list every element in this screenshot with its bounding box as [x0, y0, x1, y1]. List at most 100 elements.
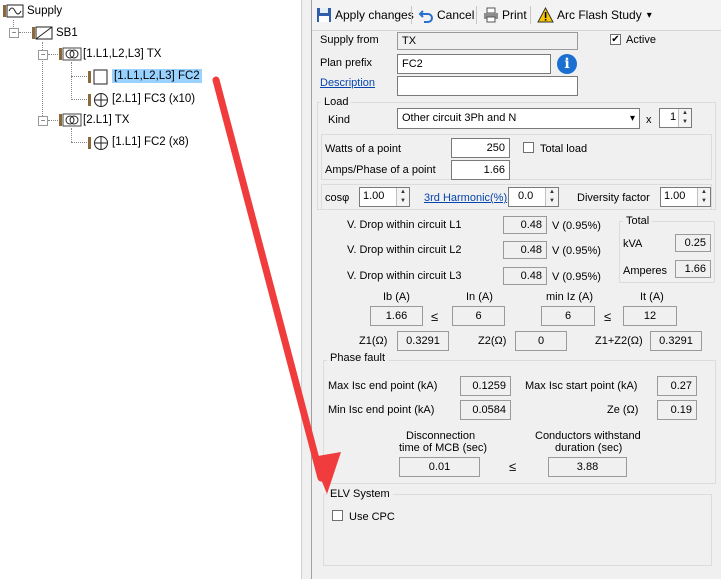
undo-icon: [418, 10, 433, 23]
vdrop-l2-value: 0.48: [503, 241, 547, 259]
tree-connector: [71, 76, 89, 77]
kind-select-value: Other circuit 3Ph and N: [402, 112, 517, 124]
cancel-label: Cancel: [437, 8, 475, 22]
expander-tx1[interactable]: −: [38, 50, 48, 60]
ze-label: Ze (Ω): [607, 404, 639, 416]
amperes-label: Amperes: [623, 265, 668, 277]
apply-changes-label: Apply changes: [335, 8, 414, 22]
apply-changes-button[interactable]: Apply changes: [316, 5, 414, 25]
withstand-duration-value: 3.88: [548, 457, 627, 477]
vdrop-l3-percent: V (0.95%): [552, 271, 601, 283]
circuit-tree: − − − Supply SB1 [1.L1,L2,L3] TX [1.L1,L…: [0, 0, 301, 579]
expander-tx2[interactable]: −: [38, 116, 48, 126]
disconnection-time-label-2: time of MCB (sec): [399, 442, 488, 454]
supply-from-label: Supply from: [320, 34, 379, 46]
chevron-down-icon: ▾: [629, 113, 635, 124]
spin-arrows[interactable]: ▲ ▼: [545, 188, 558, 206]
spin-down-icon: ▼: [682, 119, 688, 125]
transformer-icon: [59, 113, 82, 127]
less-equal-symbol: ≤: [431, 309, 439, 324]
min-isc-end-value: 0.0584: [460, 400, 511, 420]
tree-node-fc3[interactable]: [2.L1] FC3 (x10): [88, 91, 195, 107]
cos-phi-stepper[interactable]: 1.00 ▲ ▼: [359, 187, 410, 207]
cos-phi-value: 1.00: [363, 190, 385, 202]
elv-system-title: ELV System: [327, 488, 393, 500]
disconnection-time-value: 0.01: [399, 457, 480, 477]
cancel-button[interactable]: Cancel: [418, 5, 474, 25]
diversity-factor-value: 1.00: [664, 190, 686, 202]
use-cpc-checkbox[interactable]: [332, 510, 343, 521]
spin-up-icon: ▲: [701, 189, 707, 195]
kind-select[interactable]: Other circuit 3Ph and N ▾: [397, 108, 640, 129]
ib-value: 1.66: [370, 306, 423, 326]
supply-from-field: TX: [397, 32, 578, 50]
tree-connector: [71, 128, 72, 142]
it-value: 12: [623, 306, 677, 326]
total-load-checkbox[interactable]: [523, 142, 534, 153]
vdrop-l1-value: 0.48: [503, 216, 547, 234]
tree-node-label: [2.L1] TX: [83, 114, 130, 126]
pane-splitter[interactable]: [301, 0, 312, 579]
tree-node-tx1[interactable]: [1.L1,L2,L3] TX: [59, 46, 161, 62]
description-link[interactable]: Description: [320, 77, 375, 89]
watts-input[interactable]: 250: [451, 138, 510, 158]
amperes-value: 1.66: [675, 260, 711, 278]
load-group-title: Load: [321, 96, 352, 108]
spin-down-icon: ▼: [400, 198, 406, 204]
tree-node-sb1[interactable]: SB1: [32, 25, 78, 41]
transformer-icon: [59, 47, 82, 61]
withstand-duration-label-1: Conductors withstand: [535, 430, 641, 442]
toolbar-separator: [530, 6, 531, 24]
tree-node-supply[interactable]: Supply: [3, 3, 62, 19]
less-equal-symbol: ≤: [604, 309, 612, 324]
use-cpc-label: Use CPC: [349, 511, 395, 523]
multiplier-stepper[interactable]: 1 ▲ ▼: [659, 108, 692, 128]
arc-flash-study-menu[interactable]: Arc Flash Study ▾: [537, 5, 652, 25]
ib-label: Ib (A): [383, 291, 410, 303]
spin-up-icon: ▲: [682, 110, 688, 116]
active-checkbox[interactable]: ✔: [610, 34, 621, 45]
outlet-icon: [88, 92, 108, 107]
less-equal-symbol: ≤: [509, 459, 517, 474]
third-harmonic-link[interactable]: 3rd Harmonic(%): [424, 192, 507, 204]
tree-node-label: Supply: [27, 5, 63, 17]
vdrop-l1-percent: V (0.95%): [552, 220, 601, 232]
switchboard-icon: [32, 26, 53, 40]
print-button[interactable]: Print: [483, 5, 527, 25]
multiplier-value: 1: [670, 111, 677, 123]
cos-phi-label: cosφ: [325, 192, 350, 204]
in-label: In (A): [466, 291, 493, 303]
z1-z2-value: 0.3291: [650, 331, 702, 351]
min-isc-end-label: Min Isc end point (kA): [328, 404, 435, 416]
spin-up-icon: ▲: [400, 189, 406, 195]
vdrop-l1-label: V. Drop within circuit L1: [347, 219, 462, 231]
third-harmonic-value: 0.0: [518, 190, 534, 202]
z1-label: Z1(Ω): [359, 335, 388, 347]
kva-value: 0.25: [675, 234, 711, 252]
diversity-factor-stepper[interactable]: 1.00 ▲ ▼: [660, 187, 711, 207]
diversity-factor-label: Diversity factor: [577, 192, 650, 204]
description-input[interactable]: [397, 76, 578, 96]
tree-node-fc2-x8[interactable]: [1.L1] FC2 (x8): [88, 134, 189, 150]
active-label: Active: [626, 34, 656, 46]
tree-node-fc2[interactable]: [1.L1,L2,L3] FC2: [88, 68, 202, 85]
z1-value: 0.3291: [397, 331, 449, 351]
withstand-duration-label-2: duration (sec): [555, 442, 623, 454]
amps-input[interactable]: 1.66: [451, 160, 510, 180]
expander-sb1[interactable]: −: [9, 28, 19, 38]
third-harmonic-stepper[interactable]: 0.0 ▲ ▼: [508, 187, 559, 207]
vdrop-l3-value: 0.48: [503, 267, 547, 285]
spin-arrows[interactable]: ▲ ▼: [678, 109, 691, 127]
tree-node-tx2[interactable]: [2.L1] TX: [59, 112, 129, 128]
spin-down-icon: ▼: [549, 198, 555, 204]
spin-arrows[interactable]: ▲ ▼: [697, 188, 710, 206]
chevron-down-icon: ▾: [646, 9, 652, 21]
plan-prefix-input[interactable]: FC2: [397, 54, 551, 74]
tree-connector: [19, 32, 33, 33]
kva-label: kVA: [623, 238, 643, 250]
min-iz-label: min Iz (A): [546, 291, 594, 303]
vdrop-l2-label: V. Drop within circuit L2: [347, 244, 462, 256]
in-value: 6: [452, 306, 505, 326]
spin-arrows[interactable]: ▲ ▼: [396, 188, 409, 206]
info-icon[interactable]: i: [557, 54, 577, 74]
